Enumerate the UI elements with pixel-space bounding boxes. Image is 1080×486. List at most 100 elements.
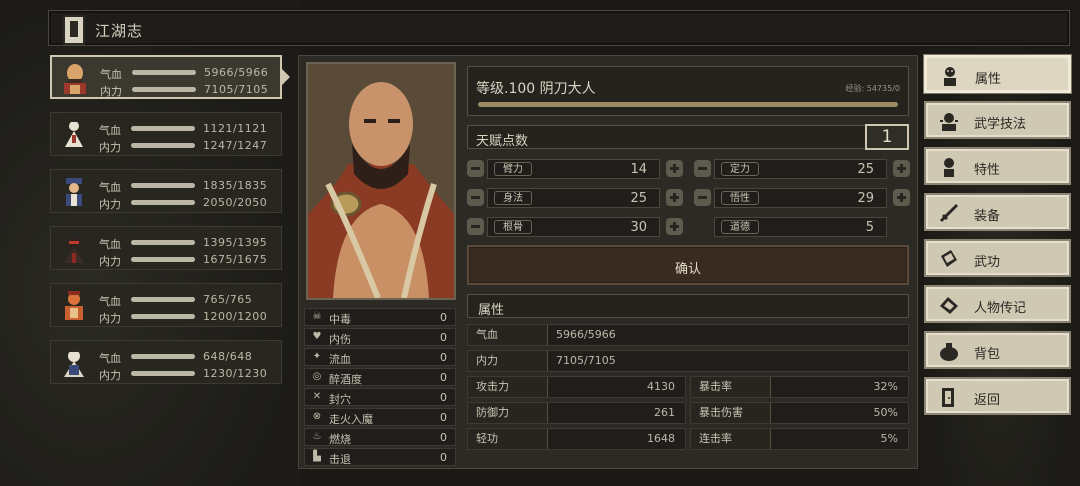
bald-monk-avatar-icon: [64, 64, 86, 94]
mp-bar: [131, 314, 195, 319]
increase-constitution-button[interactable]: [666, 218, 683, 235]
orange-warrior-avatar-icon: [65, 291, 83, 320]
hp-bar: [131, 183, 195, 188]
menu-biography[interactable]: 人物传记: [924, 285, 1071, 323]
scroll-icon: [63, 15, 85, 45]
mp-bar: [131, 257, 195, 262]
stat-crit-damage: 暴击伤害 50%: [690, 402, 909, 424]
menu-equipment[interactable]: 装备: [924, 193, 1071, 231]
increase-strength-button[interactable]: [666, 160, 683, 177]
decrease-constitution-button[interactable]: [467, 218, 484, 235]
increase-insight-button[interactable]: [893, 189, 910, 206]
hp-value: 648/648: [203, 350, 253, 363]
decrease-strength-button[interactable]: [467, 160, 484, 177]
confirm-button[interactable]: 确认: [467, 245, 909, 285]
decrease-focus-button[interactable]: [694, 160, 711, 177]
biography-icon: [940, 297, 958, 314]
status-internal-injury: ♥ 内伤 0: [304, 328, 456, 346]
traits-icon: [944, 158, 954, 177]
mp-label: 内力: [99, 255, 121, 268]
stat-combo-rate: 连击率 5%: [690, 428, 909, 450]
attr-morality: 道德 5: [714, 217, 887, 237]
confirm-label: 确认: [674, 262, 701, 277]
window-title: 江湖志: [95, 22, 144, 40]
mp-value: 2050/2050: [203, 196, 268, 209]
party-member-6[interactable]: 气血 648/648 内力 1230/1230: [50, 340, 282, 384]
mp-bar: [131, 371, 195, 376]
blood-drop-icon: ✦: [312, 351, 322, 362]
demon-icon: ⊗: [312, 411, 322, 422]
exp-value: 经验: 54735/0: [845, 84, 900, 93]
attr-constitution: 根骨 30: [487, 217, 660, 237]
level-title: 等级.100 阴刀大人: [476, 81, 596, 97]
attributes-section-header: 属性: [467, 294, 909, 318]
broken-heart-icon: ♥: [312, 331, 322, 342]
decrease-insight-button[interactable]: [694, 189, 711, 206]
hp-value: 1121/1121: [203, 122, 268, 135]
mp-label: 内力: [99, 369, 121, 382]
level-box: 等级.100 阴刀大人 经验: 54735/0: [467, 66, 909, 116]
party-member-1[interactable]: 气血 5966/5966 内力 7105/7105: [50, 55, 290, 99]
status-sealed-points: ✕ 封穴 0: [304, 388, 456, 406]
exp-bar: [478, 102, 898, 107]
status-poison: ☠ 中毒 0: [304, 308, 456, 326]
masked-avatar-icon: [64, 348, 84, 377]
increase-agility-button[interactable]: [666, 189, 683, 206]
hp-label: 气血: [100, 68, 122, 81]
hp-label: 气血: [99, 124, 121, 137]
talent-points-value: 1: [865, 124, 909, 150]
hp-bar: [132, 70, 196, 75]
hp-bar: [131, 240, 195, 245]
menu-return[interactable]: 返回: [924, 377, 1071, 415]
hp-value: 1395/1395: [203, 236, 268, 249]
party-member-2[interactable]: 气血 1121/1121 内力 1247/1247: [50, 112, 282, 156]
title-bar: 江湖志: [48, 10, 1070, 46]
hp-bar: [131, 126, 195, 131]
menu-traits[interactable]: 特性: [924, 147, 1071, 185]
talent-points-row: 天赋点数 1: [467, 124, 909, 150]
equipment-icon: [939, 203, 959, 223]
mp-label: 内力: [99, 141, 121, 154]
mp-label: 内力: [99, 312, 121, 325]
hp-bar: [131, 354, 195, 359]
bald-warrior-portrait-icon: [308, 64, 454, 298]
party-member-5[interactable]: 气血 765/765 内力 1200/1200: [50, 283, 282, 327]
stat-crit-rate: 暴击率 32%: [690, 376, 909, 398]
menu-backpack[interactable]: 背包: [924, 331, 1071, 369]
mp-bar: [131, 200, 195, 205]
decrease-agility-button[interactable]: [467, 189, 484, 206]
mp-value: 7105/7105: [204, 83, 269, 96]
status-burning: ♨ 燃烧 0: [304, 428, 456, 446]
martial-skills-icon: [940, 113, 958, 131]
swirl-icon: ◎: [312, 371, 322, 382]
mp-value: 1230/1230: [203, 367, 268, 380]
hp-label: 气血: [99, 238, 121, 251]
white-robed-avatar-icon: [65, 119, 83, 147]
stat-mp: 内力 7105/7105: [467, 350, 909, 372]
stat-defense: 防御力 261: [467, 402, 686, 424]
status-bleeding: ✦ 流血 0: [304, 348, 456, 366]
knockback-icon: ▙: [313, 451, 321, 462]
status-drunk: ◎ 醉酒度 0: [304, 368, 456, 386]
attr-agility: 身法 25: [487, 188, 660, 208]
mp-value: 1675/1675: [203, 253, 268, 266]
menu-martial-arts[interactable]: 武功: [924, 239, 1071, 277]
menu-martial-skills[interactable]: 武学技法: [924, 101, 1071, 139]
party-member-4[interactable]: 气血 1395/1395 内力 1675/1675: [50, 226, 282, 270]
hp-value: 5966/5966: [204, 66, 269, 79]
mp-bar: [131, 143, 195, 148]
menu-attributes[interactable]: 属性: [924, 55, 1071, 93]
mp-label: 内力: [100, 85, 122, 98]
status-qi-deviation: ⊗ 走火入魔 0: [304, 408, 456, 426]
hp-label: 气血: [99, 181, 121, 194]
hooded-avatar-icon: [64, 235, 84, 263]
increase-focus-button[interactable]: [893, 160, 910, 177]
stat-hp: 气血 5966/5966: [467, 324, 909, 346]
hp-label: 气血: [99, 295, 121, 308]
skull-icon: ☠: [312, 311, 322, 322]
blue-hat-avatar-icon: [66, 178, 82, 206]
party-member-3[interactable]: 气血 1835/1835 内力 2050/2050: [50, 169, 282, 213]
selected-arrow-icon: [282, 69, 290, 85]
seal-icon: ✕: [312, 391, 322, 402]
mp-value: 1247/1247: [203, 139, 268, 152]
